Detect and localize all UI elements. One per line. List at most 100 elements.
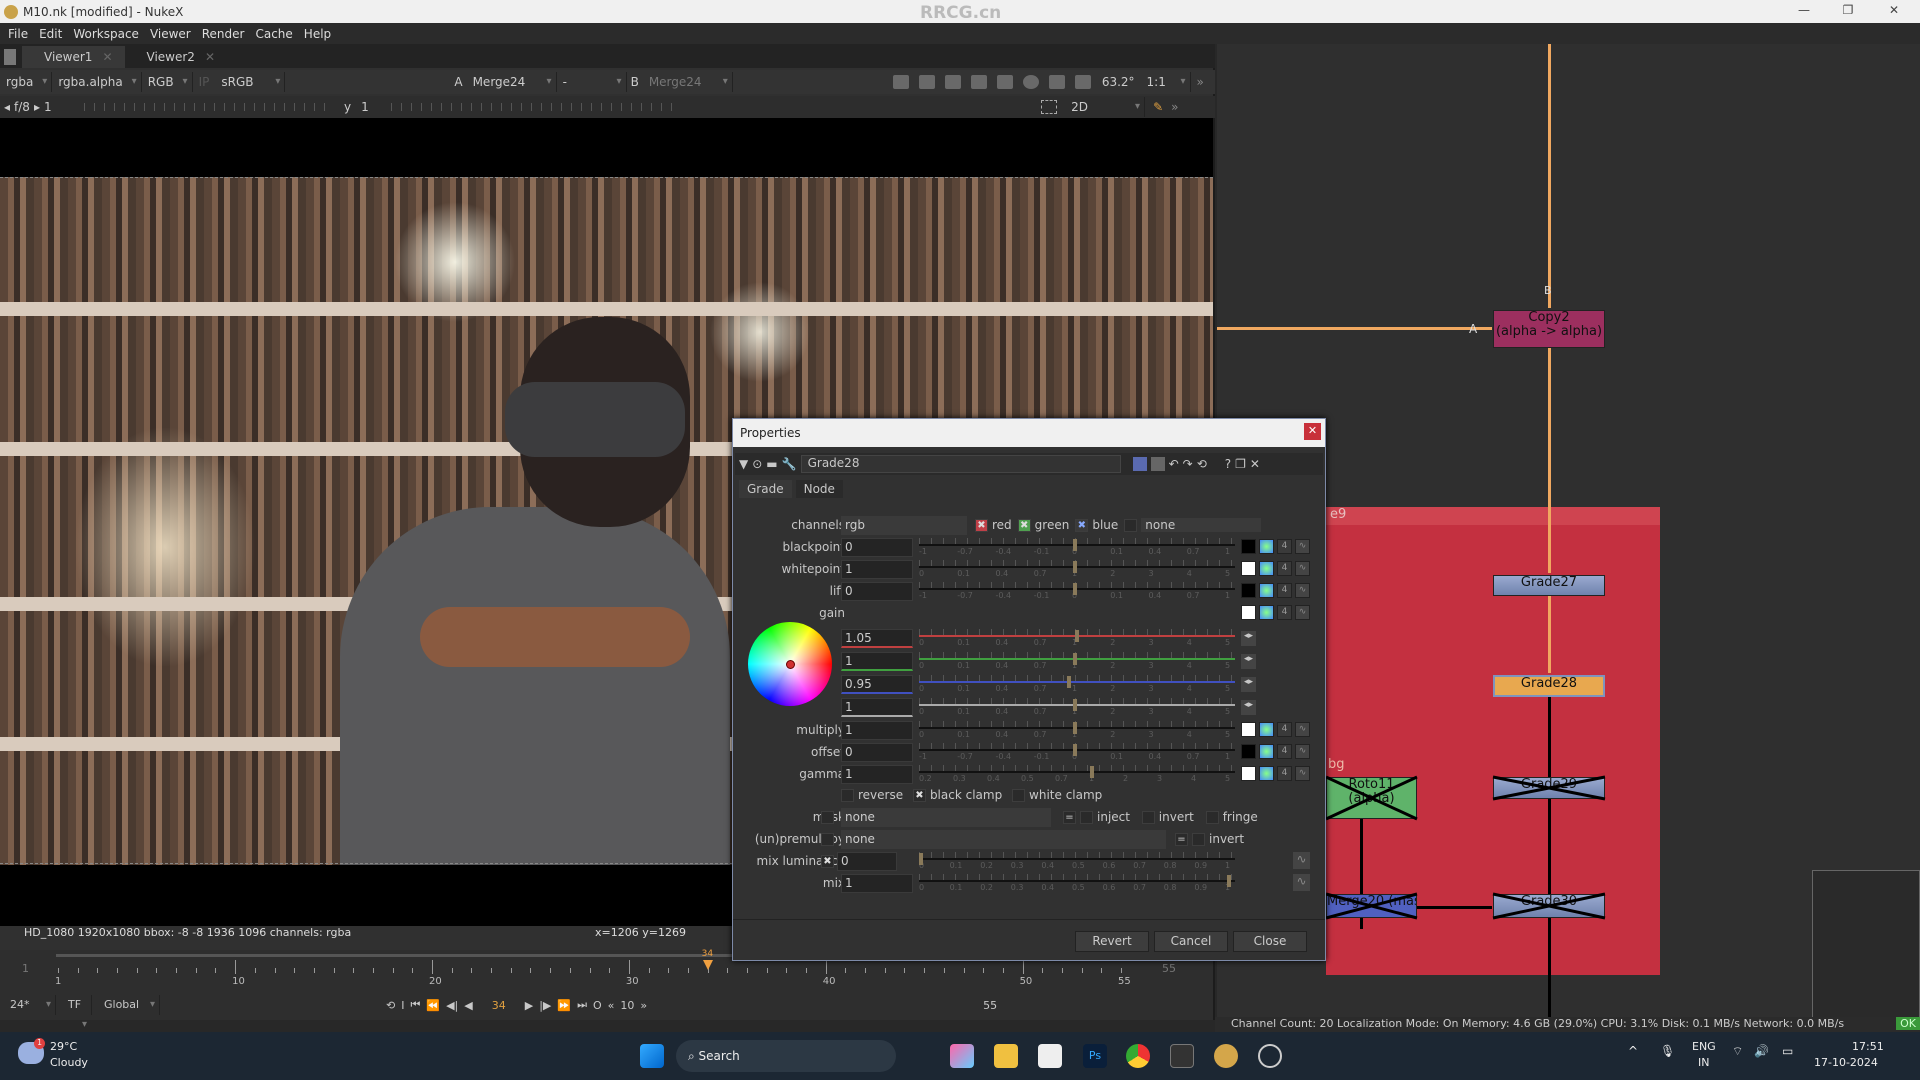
- float-icon[interactable]: ❐: [1235, 457, 1246, 471]
- animation-curve-icon[interactable]: ∿: [1295, 561, 1310, 576]
- undo-icon[interactable]: ↶: [1169, 457, 1179, 471]
- last-frame-icon[interactable]: ⏭: [577, 998, 587, 1012]
- gain-field[interactable]: 1: [841, 652, 913, 671]
- slider-arrows-icon[interactable]: ◂▸: [1241, 700, 1256, 715]
- slider-arrows-icon[interactable]: ◂▸: [1241, 631, 1256, 646]
- in-point-icon[interactable]: I: [401, 999, 404, 1012]
- gain-field[interactable]: 0.95: [841, 675, 913, 694]
- pause-icon[interactable]: [1074, 75, 1091, 89]
- mask-dropdown[interactable]: none: [841, 808, 1051, 827]
- channels-dropdown[interactable]: rgb: [841, 516, 967, 535]
- language-primary[interactable]: ENG: [1692, 1040, 1716, 1053]
- value-slider[interactable]: 0.2 0.3 0.4 0.5 0.7 1 2 3 4 5: [919, 765, 1235, 785]
- skip-back-icon[interactable]: «: [608, 999, 615, 1012]
- menu-workspace[interactable]: Workspace: [73, 27, 139, 41]
- target-icon[interactable]: [1048, 75, 1065, 89]
- color-wheel-button[interactable]: [1259, 766, 1274, 781]
- display-dropdown[interactable]: RGB: [142, 72, 193, 92]
- fringe-checkbox[interactable]: [1205, 811, 1219, 824]
- animation-curve-icon[interactable]: ∿: [1293, 874, 1310, 891]
- close-tab-icon[interactable]: ✕: [102, 50, 112, 64]
- node-name-field[interactable]: Grade28: [800, 455, 1121, 473]
- menu-help[interactable]: Help: [304, 27, 331, 41]
- swatch-icon[interactable]: [1150, 457, 1165, 471]
- value-slider[interactable]: -1 -0.7 -0.4 -0.1 0 0.1 0.4 0.7 1: [919, 538, 1235, 558]
- extra-channel-checkbox[interactable]: [1124, 519, 1138, 532]
- region-icon[interactable]: [918, 75, 935, 89]
- play-backward-icon[interactable]: ◀: [464, 999, 472, 1012]
- tf-dropdown[interactable]: TF: [62, 995, 92, 1035]
- color-swatch-button[interactable]: [1241, 722, 1256, 737]
- menu-viewer[interactable]: Viewer: [150, 27, 191, 41]
- timeline-track[interactable]: 1 10 20 30 40 50 55 34: [55, 949, 1131, 990]
- close-node-icon[interactable]: ✕: [1250, 457, 1260, 471]
- slider-handle[interactable]: [1090, 766, 1095, 778]
- multiply-field[interactable]: 1: [841, 721, 913, 740]
- step-size-field[interactable]: 10: [620, 999, 634, 1012]
- operation-dropdown[interactable]: -: [557, 72, 627, 92]
- mix-luminance-checkbox[interactable]: ✖: [821, 855, 834, 868]
- prev-keyframe-icon[interactable]: ⏪: [426, 999, 440, 1012]
- value-slider[interactable]: 0 0.1 0.4 0.7 1 2 3 4 5: [919, 698, 1235, 718]
- animation-curve-icon[interactable]: ∿: [1295, 766, 1310, 781]
- windows-start-icon[interactable]: [640, 1044, 664, 1068]
- invert-mask-checkbox[interactable]: [1141, 811, 1155, 824]
- file-explorer-icon[interactable]: [994, 1044, 1018, 1068]
- mix-field[interactable]: 1: [841, 874, 913, 893]
- channel-count-button[interactable]: 4: [1277, 539, 1292, 554]
- gamma-field[interactable]: 1: [361, 100, 391, 114]
- extra-channel-dropdown[interactable]: none: [1141, 518, 1262, 532]
- input-b-dropdown[interactable]: Merge24: [643, 72, 733, 92]
- tab-grade[interactable]: Grade: [739, 480, 792, 498]
- animation-curve-icon[interactable]: ∿: [1295, 583, 1310, 598]
- node-icon[interactable]: ▬: [766, 457, 777, 471]
- step-back-icon[interactable]: ◀|: [446, 999, 458, 1012]
- mask-link-button[interactable]: =: [1063, 811, 1076, 824]
- tab-node[interactable]: Node: [795, 480, 843, 498]
- value-slider[interactable]: 0 0.1 0.2 0.3 0.4 0.5 0.6 0.7 0.8 0.9 1: [919, 852, 1235, 872]
- redo-icon[interactable]: ↷: [1183, 457, 1193, 471]
- scope-dropdown[interactable]: Global: [98, 995, 160, 1015]
- language-secondary[interactable]: IN: [1698, 1056, 1709, 1069]
- color-swatch-button[interactable]: [1241, 605, 1256, 620]
- search-box[interactable]: ⌕ Search: [676, 1040, 896, 1072]
- color-wheel-button[interactable]: [1259, 605, 1274, 620]
- red-checkbox[interactable]: ✖: [975, 519, 988, 532]
- paint-brush-icon[interactable]: ✎: [1145, 100, 1171, 114]
- alpha-channel-dropdown[interactable]: rgba.alpha: [52, 72, 142, 92]
- channel-count-button[interactable]: 4: [1277, 766, 1292, 781]
- lut-dropdown[interactable]: sRGB: [215, 72, 286, 92]
- blackpoint-field[interactable]: 0: [841, 538, 913, 557]
- blue-checkbox[interactable]: ✖: [1075, 519, 1089, 532]
- slider-handle[interactable]: [1073, 699, 1077, 711]
- premult-invert-checkbox[interactable]: [1192, 833, 1205, 846]
- wrench-icon[interactable]: 🔧: [782, 457, 797, 471]
- viewer-icon[interactable]: ⊙: [752, 457, 762, 471]
- clock-date[interactable]: 17-10-2024: [1814, 1056, 1878, 1069]
- store-icon[interactable]: [1038, 1044, 1062, 1068]
- channel-count-button[interactable]: 4: [1277, 605, 1292, 620]
- gain-field[interactable]: 1: [44, 100, 84, 114]
- green-checkbox[interactable]: ✖: [1017, 519, 1031, 532]
- lines-icon[interactable]: [996, 75, 1013, 89]
- color-wheel-button[interactable]: [1259, 539, 1274, 554]
- color-picker-icon[interactable]: [1132, 457, 1147, 471]
- value-slider[interactable]: 0 0.1 0.4 0.7 1 2 3 4 5: [919, 560, 1235, 580]
- prev-fstop-icon[interactable]: ◂: [0, 100, 14, 114]
- out-point-icon[interactable]: O: [593, 999, 602, 1012]
- step-forward-icon[interactable]: |▶: [539, 999, 551, 1012]
- clock-time[interactable]: 17:51: [1852, 1040, 1884, 1053]
- inject-checkbox[interactable]: [1080, 811, 1093, 824]
- close-button[interactable]: Close: [1233, 931, 1307, 952]
- microphone-icon[interactable]: 🎙: [1660, 1044, 1675, 1058]
- checker-icon[interactable]: [944, 75, 961, 89]
- obs-icon[interactable]: [1258, 1044, 1282, 1068]
- volume-icon[interactable]: 🔊: [1754, 1044, 1769, 1058]
- slider-handle[interactable]: [1073, 539, 1077, 551]
- channel-count-button[interactable]: 4: [1277, 561, 1292, 576]
- skip-forward-icon[interactable]: »: [640, 999, 647, 1012]
- current-frame-field[interactable]: 34: [479, 999, 519, 1012]
- ip-toggle[interactable]: IP: [193, 75, 216, 89]
- animation-curve-icon[interactable]: ∿: [1293, 852, 1310, 869]
- gain-field[interactable]: 1: [841, 698, 913, 717]
